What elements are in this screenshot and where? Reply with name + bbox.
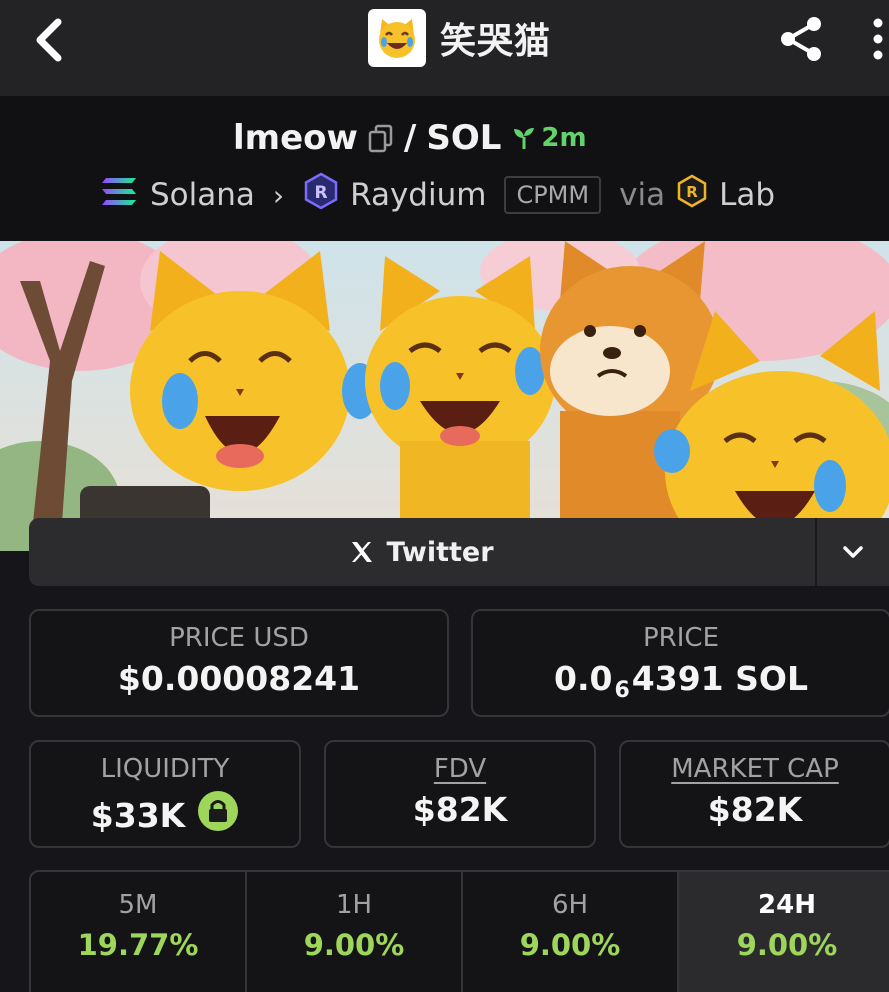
svg-text:R: R [686, 183, 698, 201]
tab-label: 24H [758, 890, 816, 920]
socials-dropdown-button[interactable] [815, 518, 889, 586]
twitter-button[interactable]: Twitter [29, 518, 815, 586]
price-native-prefix: 0.0 [554, 659, 613, 698]
pair-name: lmeow / SOL 2m [233, 118, 587, 158]
dex-name[interactable]: Raydium [350, 177, 486, 213]
twitter-label: Twitter [386, 536, 494, 568]
market-cap-value: $82K [707, 790, 803, 829]
launchpad-name[interactable]: Lab [719, 177, 775, 213]
tab-24h[interactable]: 24H 9.00% [679, 872, 889, 992]
token-title: 笑哭猫 [368, 8, 551, 68]
token-banner-image [0, 241, 889, 551]
base-symbol: lmeow [233, 118, 358, 158]
raydium-icon: R [302, 172, 340, 218]
tab-5m[interactable]: 5M 19.77% [31, 872, 247, 992]
liquidity-value-row: $33K [31, 790, 299, 840]
solana-icon [100, 174, 140, 216]
raydium-lab-icon: R [675, 174, 709, 216]
price-change: 9.00% [519, 928, 621, 962]
price-native-label: PRICE [643, 623, 719, 653]
price-native-card: PRICE 0.0 6 4391 SOL [471, 609, 889, 717]
back-chevron-icon[interactable] [28, 16, 72, 66]
copy-icon[interactable] [368, 123, 394, 153]
pool-type-badge: CPMM [504, 176, 602, 214]
x-logo-icon [352, 542, 373, 562]
liquidity-label: LIQUIDITY [100, 754, 230, 784]
page-title: 笑哭猫 [440, 21, 552, 62]
price-native-digits: 4391 SOL [631, 659, 808, 698]
socials-bar: Twitter [29, 518, 889, 586]
pair-info: lmeow / SOL 2m Solana › R Raydium CPMM v… [0, 96, 889, 241]
liquidity-value: $33K [90, 795, 186, 835]
price-native-zero-count: 6 [614, 678, 630, 703]
market-cap-card[interactable]: MARKET CAP $82K [619, 740, 889, 848]
fdv-card[interactable]: FDV $82K [324, 740, 596, 848]
price-change: 9.00% [736, 928, 838, 962]
price-native-value: 0.0 6 4391 SOL [473, 659, 889, 703]
seedling-icon [514, 128, 535, 149]
price-change: 19.77% [77, 928, 199, 962]
age-text: 2m [541, 123, 587, 153]
via-label: via [619, 177, 666, 213]
lock-icon[interactable] [197, 790, 239, 840]
share-icon[interactable] [776, 14, 826, 64]
market-cap-label[interactable]: MARKET CAP [621, 754, 889, 784]
chevron-down-icon [843, 546, 863, 558]
more-vertical-icon[interactable] [864, 14, 888, 64]
route-line: Solana › R Raydium CPMM via R Lab [100, 172, 775, 218]
fdv-value: $82K [412, 790, 508, 829]
timeframe-tabs: 5M 19.77% 1H 9.00% 6H 9.00% 24H 9.00% [29, 870, 889, 992]
price-usd-value: $0.00008241 [117, 659, 361, 698]
tab-label: 6H [551, 890, 589, 920]
svg-text:R: R [315, 183, 328, 203]
tab-6h[interactable]: 6H 9.00% [463, 872, 679, 992]
tab-1h[interactable]: 1H 9.00% [247, 872, 463, 992]
price-usd-card: PRICE USD $0.00008241 [29, 609, 449, 717]
quote-symbol: SOL [426, 118, 502, 158]
tab-label: 1H [335, 890, 373, 920]
price-usd-label: PRICE USD [169, 623, 309, 653]
fdv-label[interactable]: FDV [326, 754, 594, 784]
pair-age: 2m [511, 123, 587, 153]
chain-name[interactable]: Solana [150, 177, 255, 213]
liquidity-card: LIQUIDITY $33K [29, 740, 301, 848]
joy-cat-icon [368, 9, 426, 67]
tab-label: 5M [118, 890, 158, 920]
top-bar: 笑哭猫 [0, 0, 889, 96]
pair-separator: / [403, 118, 417, 158]
chevron-right-icon: › [272, 178, 285, 212]
price-change: 9.00% [303, 928, 405, 962]
